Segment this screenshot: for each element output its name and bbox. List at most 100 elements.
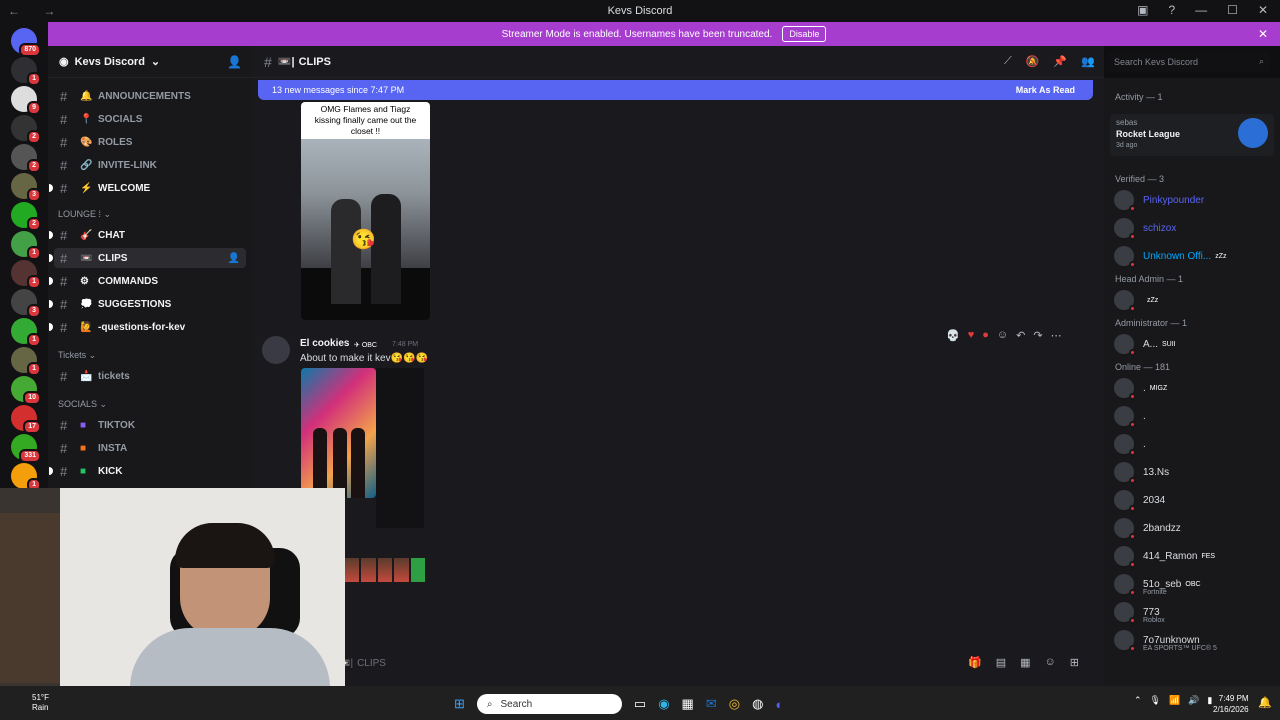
discord-icon[interactable]: ◐	[775, 697, 783, 712]
status-indicator	[1129, 533, 1136, 540]
server-icon[interactable]: 9	[11, 86, 41, 115]
close-banner-icon[interactable]: ✕	[1258, 27, 1268, 41]
server-icon[interactable]: 3	[11, 173, 41, 202]
activity-card[interactable]: sebas Rocket League 3d ago	[1110, 114, 1274, 156]
member-item[interactable]: 7o7unknown EA SPORTS™ UFC® 5	[1114, 628, 1274, 652]
obs-icon[interactable]: ◍	[752, 696, 763, 712]
heart-reaction-icon[interactable]: ♥	[968, 329, 975, 342]
forward-icon[interactable]: ↷	[1033, 329, 1042, 342]
channel-item[interactable]: # ■ INSTA	[54, 438, 246, 458]
category-tickets[interactable]: Tickets ⌄	[58, 350, 96, 361]
channel-item[interactable]: # 📩 tickets	[54, 366, 246, 386]
reply-icon[interactable]: ↶	[1016, 329, 1025, 342]
more-icon[interactable]: ⋯	[1051, 329, 1062, 342]
server-icon[interactable]: 2	[11, 202, 41, 231]
category-lounge[interactable]: LOUNGE ⁞ ⌄	[58, 209, 111, 220]
mark-as-read-button[interactable]: Mark As Read	[1016, 85, 1075, 95]
notification-mute-icon[interactable]: 🔕	[1026, 55, 1040, 68]
server-icon[interactable]: 1	[11, 318, 41, 347]
close-button[interactable]: ✕	[1258, 3, 1268, 17]
chrome-icon[interactable]: ◎	[729, 696, 740, 712]
gif-icon[interactable]: ▤	[996, 656, 1006, 669]
server-icon[interactable]: 1	[11, 260, 41, 289]
channel-item[interactable]: # 🔔 ANNOUNCEMENTS	[54, 86, 246, 106]
channel-item[interactable]: # 🎸 CHAT	[49, 225, 246, 245]
message-composer[interactable]: 📼| CLIPS 🎁 ▤ ▦ ☺ ⊞	[338, 651, 1098, 675]
add-member-icon[interactable]: 👤	[227, 55, 242, 69]
member-item[interactable]: . MIGZ	[1114, 376, 1274, 400]
member-item[interactable]: 414_Ramon FES	[1114, 544, 1274, 568]
gift-icon[interactable]: 🎁	[968, 656, 982, 669]
member-item[interactable]: 51o_seb OBC Fortnite	[1114, 572, 1274, 596]
system-tray[interactable]: ⌃ 🎙 📶 🔊 ▮	[1134, 695, 1212, 706]
red-circle-reaction-icon[interactable]: ●	[982, 329, 989, 342]
channel-item[interactable]: # 🙋 -questions-for-kev	[49, 317, 246, 337]
server-icon[interactable]: 3	[11, 289, 41, 318]
notification-icon[interactable]: 🔔	[1258, 696, 1272, 709]
sticker-icon[interactable]: ▦	[1020, 656, 1030, 669]
channel-item[interactable]: # ■ TIKTOK	[54, 415, 246, 435]
channel-item[interactable]: # 💭 SUGGESTIONS	[49, 294, 246, 314]
threads-icon[interactable]: ⟋	[1004, 55, 1012, 68]
server-icon[interactable]: 1	[11, 463, 41, 492]
channel-item[interactable]: # ■ KICK	[49, 461, 246, 481]
invite-icon[interactable]: 👤	[228, 253, 240, 264]
inbox-icon[interactable]: ▣	[1137, 3, 1148, 17]
weather-widget[interactable]: 51°F Rain	[10, 693, 49, 713]
search-placeholder: Search Kevs Discord	[1114, 57, 1199, 67]
member-item[interactable]: zZz	[1114, 288, 1274, 312]
member-item[interactable]: Pinkypounder	[1114, 188, 1274, 212]
member-item[interactable]: Unknown Offi... zZz	[1114, 244, 1274, 268]
server-icon[interactable]: 2	[11, 115, 41, 144]
emoji-icon[interactable]: ☺	[1045, 656, 1056, 669]
guild-header[interactable]: ◉ Kevs Discord ⌄ 👤	[48, 46, 252, 78]
avatar[interactable]	[262, 336, 290, 364]
server-icon[interactable]: 10	[11, 376, 41, 405]
server-icon[interactable]: 17	[11, 405, 41, 434]
apps-icon[interactable]: ⊞	[1070, 656, 1079, 669]
server-icon[interactable]: 1	[11, 57, 41, 86]
member-item[interactable]: 773 Roblox	[1114, 600, 1274, 624]
member-item[interactable]: 2bandzz	[1114, 516, 1274, 540]
pin-icon[interactable]: 📌	[1053, 55, 1067, 68]
clip-thumbnail[interactable]: OMG Flames and Tiagz kissing finally cam…	[301, 102, 430, 320]
video-timeline[interactable]	[345, 558, 426, 582]
server-icon[interactable]: 1	[11, 347, 41, 376]
channel-item[interactable]: # 📍 SOCIALS	[54, 109, 246, 129]
search-input[interactable]: Search Kevs Discord ⌕	[1108, 52, 1270, 72]
disable-button[interactable]: Disable	[782, 26, 827, 42]
task-view-icon[interactable]: ▭	[634, 696, 646, 712]
member-item[interactable]: .	[1114, 404, 1274, 428]
skull-reaction-icon[interactable]: 💀	[946, 329, 960, 342]
channel-item[interactable]: # ⚙ COMMANDS	[49, 271, 246, 291]
start-icon[interactable]: ⊞	[454, 696, 465, 712]
clip-video[interactable]	[301, 368, 376, 498]
taskbar-search[interactable]: ⌕ Search	[476, 694, 622, 714]
message-author[interactable]: El cookies	[300, 338, 349, 349]
channel-item[interactable]: # 🎨 ROLES	[54, 132, 246, 152]
channel-item[interactable]: # 🔗 INVITE-LINK	[54, 155, 246, 175]
member-item[interactable]: 2034	[1114, 488, 1274, 512]
server-icon[interactable]: 870	[11, 28, 41, 57]
store-icon[interactable]: ▦	[682, 696, 694, 712]
outlook-icon[interactable]: ✉	[706, 696, 717, 712]
server-icon[interactable]: 331	[11, 434, 41, 463]
add-reaction-icon[interactable]: ☺	[997, 329, 1008, 342]
channel-item[interactable]: # 📼 CLIPS 👤	[49, 248, 246, 268]
maximize-button[interactable]: ☐	[1227, 3, 1238, 17]
edge-icon[interactable]: ◉	[658, 696, 669, 712]
minimize-button[interactable]: —	[1195, 3, 1207, 17]
new-messages-bar[interactable]: 13 new messages since 7:47 PM Mark As Re…	[258, 80, 1093, 100]
clock[interactable]: 7:49 PM 2/16/2026	[1213, 693, 1249, 715]
member-item[interactable]: .	[1114, 432, 1274, 456]
category-socials[interactable]: SOCIALS ⌄	[58, 399, 107, 410]
member-list-icon[interactable]: 👥	[1081, 55, 1095, 68]
channel-emoji-icon: 🎸	[80, 229, 93, 241]
server-icon[interactable]: 2	[11, 144, 41, 173]
help-icon[interactable]: ?	[1168, 3, 1175, 17]
member-item[interactable]: A... SUII	[1114, 332, 1274, 356]
channel-item[interactable]: # ⚡ WELCOME	[49, 178, 246, 198]
member-item[interactable]: schizox	[1114, 216, 1274, 240]
server-icon[interactable]: 1	[11, 231, 41, 260]
member-item[interactable]: 13.Ns	[1114, 460, 1274, 484]
